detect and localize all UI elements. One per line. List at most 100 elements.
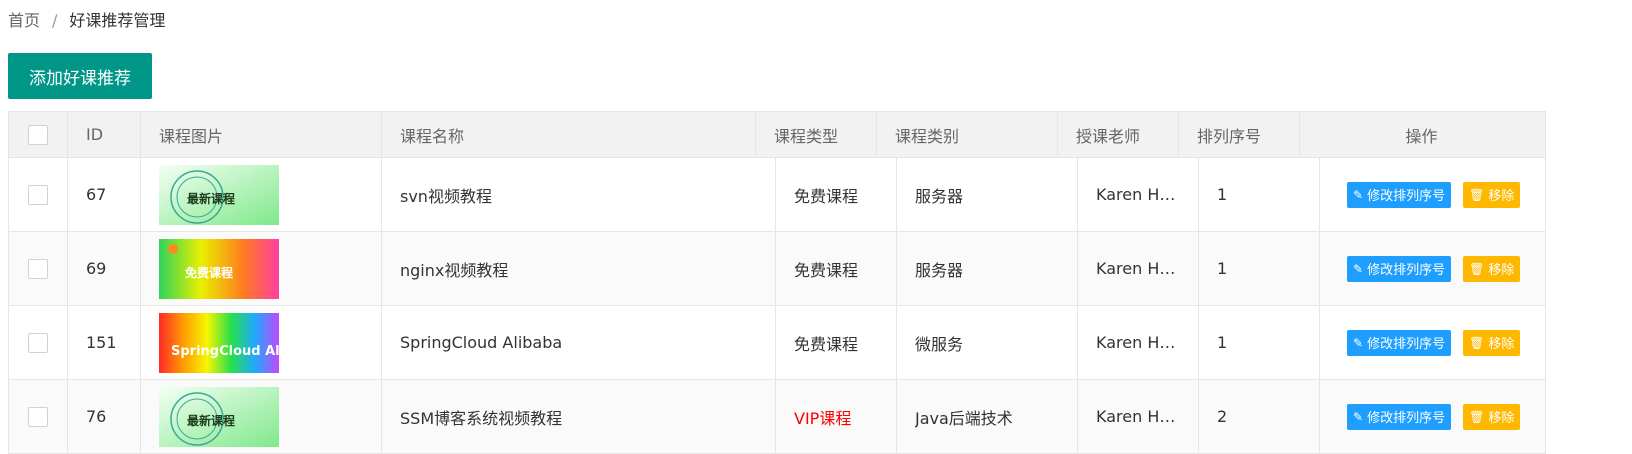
course-teacher-text: Karen H… (1096, 185, 1176, 204)
table-row: 151 SpringCloud Ali SpringCloud Alibaba … (9, 306, 1545, 380)
course-type-text: 免费课程 (794, 334, 859, 354)
header-image: 课程图片 (141, 112, 382, 157)
course-type: 免费课程 (776, 232, 897, 305)
course-image-cell: 免费课程 (141, 232, 382, 305)
course-actions: ✎ 修改排列序号 🗑 移除 (1320, 232, 1543, 305)
course-name: svn视频教程 (382, 158, 776, 231)
row-checkbox[interactable] (28, 332, 48, 353)
header-teacher: 授课老师 (1058, 112, 1179, 157)
header-name: 课程名称 (382, 112, 756, 157)
course-actions: ✎ 修改排列序号 🗑 移除 (1320, 158, 1543, 231)
add-recommendation-button[interactable]: 添加好课推荐 (8, 53, 152, 99)
course-type-text: 免费课程 (794, 260, 859, 280)
course-name: SSM博客系统视频教程 (382, 380, 776, 453)
recommendation-table: ID 课程图片 课程名称 课程类型 课程类别 授课老师 排列序号 操作 67 最… (8, 111, 1546, 454)
row-select-cell (9, 232, 68, 305)
trash-icon: 🗑 (1469, 409, 1485, 424)
trash-icon: 🗑 (1469, 335, 1485, 350)
table-header: ID 课程图片 课程名称 课程类型 课程类别 授课老师 排列序号 操作 (9, 111, 1545, 158)
course-teacher: Karen H… (1078, 232, 1199, 305)
course-type: 免费课程 (776, 306, 897, 379)
header-action: 操作 (1405, 126, 1438, 146)
edit-sort-label: 修改排列序号 (1367, 411, 1446, 426)
row-select-cell (9, 306, 68, 379)
course-category-text: 服务器 (915, 186, 964, 206)
course-actions: ✎ 修改排列序号 🗑 移除 (1320, 380, 1543, 453)
course-sort: 1 (1199, 158, 1320, 231)
course-type-text: 免费课程 (794, 186, 859, 206)
remove-button[interactable]: 🗑 移除 (1463, 329, 1521, 356)
trash-icon: 🗑 (1469, 187, 1485, 202)
edit-sort-button[interactable]: ✎ 修改排列序号 (1347, 329, 1452, 356)
remove-label: 移除 (1488, 263, 1515, 278)
header-id: ID (68, 112, 141, 157)
thumbnail-caption: 最新课程 (187, 413, 235, 428)
course-category-text: Java后端技术 (915, 408, 1013, 428)
remove-label: 移除 (1488, 337, 1515, 352)
edit-sort-label: 修改排列序号 (1367, 263, 1446, 278)
edit-sort-label: 修改排列序号 (1367, 337, 1446, 352)
course-teacher-text: Karen H… (1096, 333, 1176, 352)
pencil-icon: ✎ (1353, 261, 1364, 276)
course-category: 微服务 (897, 306, 1078, 379)
course-id: 67 (68, 158, 141, 231)
edit-sort-label: 修改排列序号 (1367, 189, 1446, 204)
breadcrumb: 首页 / 好课推荐管理 (8, 7, 165, 31)
table-row: 69 免费课程 nginx视频教程 免费课程 服务器 Karen H… 1 ✎ 修… (9, 232, 1545, 306)
course-type: VIP课程 (776, 380, 897, 453)
thumbnail-caption: SpringCloud Ali (171, 344, 279, 359)
remove-label: 移除 (1488, 189, 1515, 204)
edit-sort-button[interactable]: ✎ 修改排列序号 (1347, 181, 1452, 208)
pencil-icon: ✎ (1353, 409, 1364, 424)
course-name: SpringCloud Alibaba (382, 306, 776, 379)
header-sort: 排列序号 (1179, 112, 1300, 157)
edit-sort-button[interactable]: ✎ 修改排列序号 (1347, 255, 1452, 282)
course-image-cell: 最新课程 (141, 158, 382, 231)
header-type: 课程类型 (756, 112, 877, 157)
header-select-all (9, 112, 68, 157)
course-id: 151 (68, 306, 141, 379)
remove-button[interactable]: 🗑 移除 (1463, 181, 1521, 208)
edit-sort-button[interactable]: ✎ 修改排列序号 (1347, 403, 1452, 430)
course-thumbnail: 最新课程 (159, 386, 279, 447)
course-sort: 1 (1199, 306, 1320, 379)
pencil-icon: ✎ (1353, 335, 1364, 350)
row-select-cell (9, 380, 68, 453)
course-thumbnail: 最新课程 (159, 164, 279, 225)
course-teacher-text: Karen H… (1096, 407, 1176, 426)
course-actions: ✎ 修改排列序号 🗑 移除 (1320, 306, 1543, 379)
row-checkbox[interactable] (28, 184, 48, 205)
course-category: Java后端技术 (897, 380, 1078, 453)
row-checkbox[interactable] (28, 258, 48, 279)
remove-button[interactable]: 🗑 移除 (1463, 403, 1521, 430)
course-image-cell: SpringCloud Ali (141, 306, 382, 379)
table-row: 76 最新课程 SSM博客系统视频教程 VIP课程 Java后端技术 Karen… (9, 380, 1545, 454)
course-category: 服务器 (897, 158, 1078, 231)
breadcrumb-current: 好课推荐管理 (69, 11, 166, 30)
thumbnail-caption: 最新课程 (187, 191, 235, 206)
course-thumbnail: SpringCloud Ali (159, 312, 279, 373)
table-row: 67 最新课程 svn视频教程 免费课程 服务器 Karen H… 1 ✎ 修改排… (9, 158, 1545, 232)
course-name: nginx视频教程 (382, 232, 776, 305)
course-id: 69 (68, 232, 141, 305)
trash-icon: 🗑 (1469, 261, 1485, 276)
remove-button[interactable]: 🗑 移除 (1463, 255, 1521, 282)
course-type-text: VIP课程 (794, 408, 852, 428)
course-teacher: Karen H… (1078, 306, 1199, 379)
breadcrumb-separator: / (52, 11, 58, 30)
course-category-text: 微服务 (915, 334, 964, 354)
course-type: 免费课程 (776, 158, 897, 231)
course-thumbnail: 免费课程 (159, 238, 279, 299)
row-select-cell (9, 158, 68, 231)
course-sort: 1 (1199, 232, 1320, 305)
breadcrumb-home[interactable]: 首页 (8, 11, 40, 30)
select-all-checkbox[interactable] (28, 124, 48, 145)
remove-label: 移除 (1488, 411, 1515, 426)
course-sort: 2 (1199, 380, 1320, 453)
header-category: 课程类别 (877, 112, 1058, 157)
course-image-cell: 最新课程 (141, 380, 382, 453)
course-id: 76 (68, 380, 141, 453)
row-checkbox[interactable] (28, 406, 48, 427)
course-category: 服务器 (897, 232, 1078, 305)
thumbnail-caption: 免费课程 (185, 265, 233, 280)
